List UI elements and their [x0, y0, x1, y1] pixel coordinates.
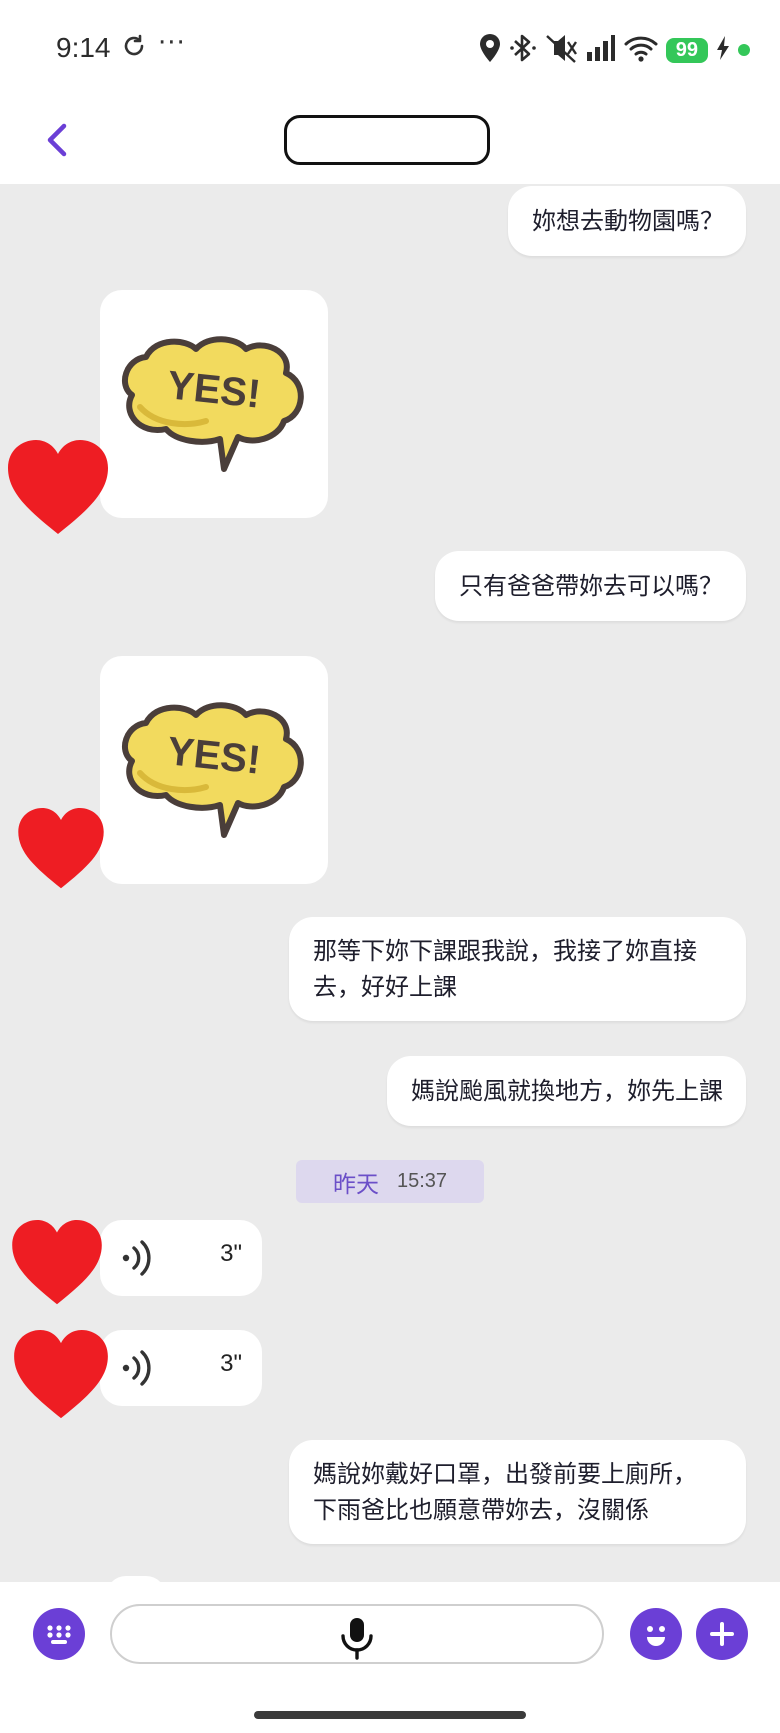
message-text-line: 下雨爸比也願意帶妳去，沒關係	[313, 1496, 649, 1524]
wifi-icon	[624, 34, 658, 66]
mute-icon	[544, 33, 578, 67]
charging-icon	[716, 35, 730, 65]
voice-wave-icon	[122, 1240, 151, 1276]
sync-icon	[122, 34, 146, 62]
microphone-icon	[341, 1618, 373, 1660]
voice-message[interactable]: 3"	[100, 1220, 262, 1296]
microphone-button[interactable]	[338, 1616, 376, 1664]
message-text-line: 那等下妳下課跟我說，我接了妳直接	[313, 937, 697, 965]
yes-speech-bubble-icon: YES!	[121, 336, 304, 472]
voice-duration: 3"	[220, 1350, 242, 1377]
heart-sticker-overlay	[8, 440, 108, 540]
voice-message[interactable]: 3"	[100, 1330, 262, 1406]
yes-speech-bubble-icon: YES!	[121, 702, 304, 838]
emoji-button[interactable]	[630, 1608, 682, 1660]
yes-sticker[interactable]: YES!	[100, 290, 328, 518]
screen: 9:14 ··· 99 妳想去動物園嗎？ YES! 只有爸爸帶妳去可以嗎？ YE…	[0, 0, 780, 1733]
signal-icon	[586, 34, 616, 66]
battery-level: 99	[665, 37, 708, 63]
more-dots: ···	[158, 28, 186, 58]
voice-wave-icon	[122, 1350, 151, 1386]
heart-sticker-overlay	[18, 808, 104, 894]
yes-sticker[interactable]: YES!	[100, 656, 328, 884]
keyboard-icon	[47, 1625, 71, 1644]
message-bubble-outgoing[interactable]: 媽說颱風就換地方，妳先上課	[387, 1056, 746, 1126]
smiley-icon	[647, 1626, 665, 1646]
time-label: 15:37	[396, 1170, 448, 1192]
bluetooth-icon	[509, 33, 536, 67]
input-bar	[0, 1582, 780, 1733]
message-text-line: 去，好好上課	[313, 973, 457, 1001]
voice-duration: 3"	[220, 1240, 242, 1267]
message-text: 妳想去動物園嗎？	[532, 207, 724, 235]
voice-input-field[interactable]	[110, 1604, 604, 1664]
heart-sticker-overlay	[12, 1220, 102, 1310]
plus-button[interactable]	[696, 1608, 748, 1660]
back-button[interactable]	[38, 116, 78, 164]
chat-header	[0, 96, 780, 184]
date-separator: 昨天 15:37	[296, 1160, 484, 1203]
privacy-indicator-dot	[738, 44, 750, 56]
message-text-line: 媽說妳戴好口罩，出發前要上廁所，	[313, 1460, 697, 1488]
keyboard-button[interactable]	[33, 1608, 85, 1660]
message-bubble-outgoing[interactable]: 妳想去動物園嗎？	[508, 186, 746, 256]
status-time: 9:14	[56, 32, 111, 63]
date-label: 昨天	[332, 1171, 379, 1198]
plus-icon	[710, 1622, 734, 1646]
message-bubble-outgoing[interactable]: 只有爸爸帶妳去可以嗎？	[435, 551, 746, 621]
chat-title-redacted	[284, 115, 490, 165]
chevron-left-icon	[47, 123, 67, 157]
heart-sticker-overlay	[14, 1330, 108, 1424]
message-text: 媽說颱風就換地方，妳先上課	[411, 1077, 723, 1105]
chat-area[interactable]: 妳想去動物園嗎？ YES! 只有爸爸帶妳去可以嗎？ YES! 那等下妳下課跟我說…	[0, 184, 780, 1582]
location-icon	[478, 33, 502, 67]
status-bar: 9:14 ··· 99	[0, 0, 780, 96]
status-icons: 99	[478, 30, 750, 70]
message-bubble-outgoing[interactable]: 媽說妳戴好口罩，出發前要上廁所， 下雨爸比也願意帶妳去，沒關係	[289, 1440, 746, 1544]
message-text: 只有爸爸帶妳去可以嗎？	[459, 572, 723, 600]
home-indicator[interactable]	[254, 1711, 526, 1719]
message-bubble-outgoing[interactable]: 那等下妳下課跟我說，我接了妳直接 去，好好上課	[289, 917, 746, 1021]
